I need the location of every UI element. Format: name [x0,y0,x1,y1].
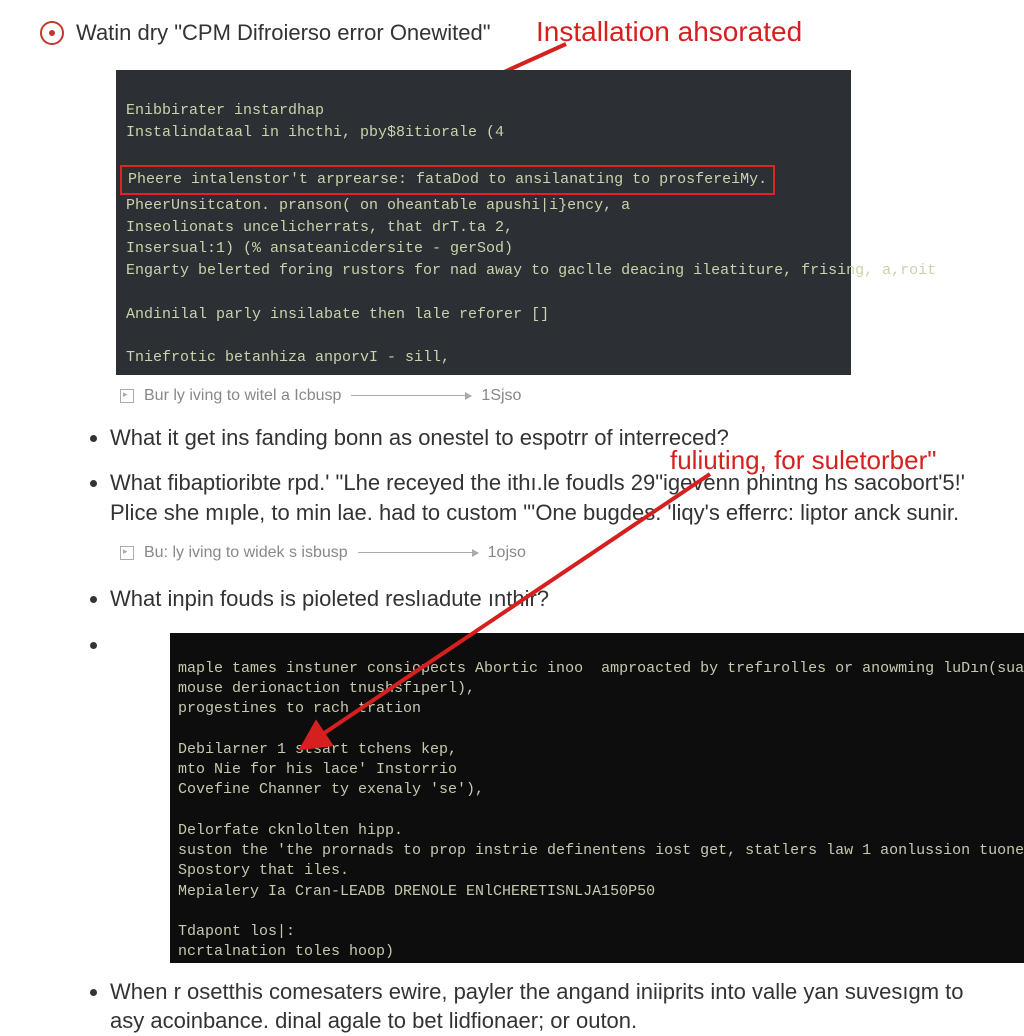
term1-line: Insersual:1) (% ansateanicdersite - gerS… [126,240,513,257]
target-icon [40,21,64,45]
terminal-highlight-box: Pheere intalenstor't arprearse: fataDod … [120,165,775,195]
caption-text: Bur ly iving to witel a Icbusp [144,387,341,405]
term2-line: mto Nie for his lace' Instorrio [178,761,457,778]
question-item: What inpin fouds is pioleted reslıadute … [110,584,994,614]
terminal-list-item: maple tames instuner consiopects Abortic… [110,630,994,963]
term2-line: Spostory that iles. [178,862,349,879]
question-item: What fibaptioribte rpd.' "Lhe receyed th… [110,468,994,527]
caption-box-icon [120,389,134,403]
question-item: What it get ins fanding bonn as onestel … [110,423,994,453]
term2-line: Delorfate cknlolten hipp. [178,822,403,839]
caption-2: Bu: ly iving to widek s isbusp 1ojso [120,544,994,562]
term2-line: suston the 'the prornads to prop instrie… [178,842,1024,859]
header-row: Watin dry "CPM Difroierso error Onewited… [40,20,994,46]
term2-line: progestines to rach tration [178,700,421,717]
term2-line: Debilarner 1 stsart tchens kep, [178,741,457,758]
terminal-output-2: maple tames instuner consiopects Abortic… [170,633,1024,963]
term1-line: Instalindataal in ihcthi, pby$8itiorale … [126,124,504,141]
term2-line: Tdapont los|: [178,923,295,940]
terminal-output-1: Enibbirater instardhap Instalindataal in… [116,70,851,375]
caption-tag: 1Sjso [481,387,521,405]
question-item: When r osetthis comesaters ewire, payler… [110,977,994,1036]
caption-1: Bur ly iving to witel a Icbusp 1Sjso [120,387,994,405]
header-text: Watin dry "CPM Difroierso error Onewited… [76,20,491,46]
caption-arrow-icon [358,552,478,553]
term2-line: mouse derionaction tnushsfıperl), [178,680,475,697]
caption-arrow-icon [351,395,471,396]
term1-line: PheerUnsitcaton. pranson( on oheantable … [126,197,630,214]
caption-tag: 1ojso [488,544,526,562]
term2-line: ncrtalnation toles hoop) [178,943,394,960]
term1-line: Engarty belerted foring rustors for nad … [126,262,936,279]
term1-line: Inseolionats uncelicherrats, that drT.ta… [126,219,513,236]
term2-line: maple tames instuner consiopects Abortic… [178,660,1024,677]
term1-line: Enibbirater instardhap [126,102,324,119]
caption-box-icon [120,546,134,560]
term1-line: Andinilal parly insilabate then lale ref… [126,306,549,323]
term1-line: Tniefrotic betanhiza anporvI - sill, [126,349,450,366]
term2-line: Covefine Channer ty exenaly 'se'), [178,781,484,798]
caption-text: Bu: ly iving to widek s isbusp [144,544,348,562]
term2-line: Mepialery Ia Cran-LEADB DRENOLE ENlCHERE… [178,883,655,900]
question-list-2: What inpin fouds is pioleted reslıadute … [40,584,994,1036]
question-list: What it get ins fanding bonn as onestel … [40,423,994,528]
